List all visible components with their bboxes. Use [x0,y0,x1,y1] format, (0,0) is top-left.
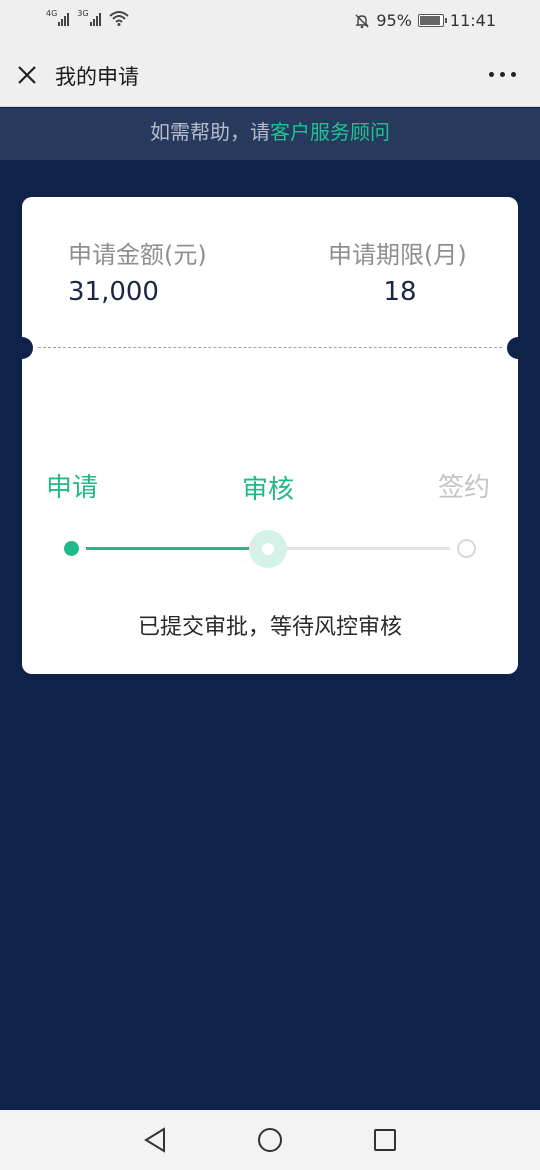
back-icon[interactable] [142,1126,168,1154]
more-options-icon[interactable] [489,72,516,77]
help-banner: 如需帮助，请客户服务顾问 [0,108,540,160]
card-notch-left [11,337,33,359]
step-label-sign: 签约 [438,473,491,503]
cellular-signal-2-icon: 3G [77,9,101,26]
progress-track-complete [86,547,266,550]
home-icon[interactable] [256,1126,284,1154]
status-message: 已提交审批，等待风控审核 [137,615,402,640]
battery-percent: 95% [376,11,412,30]
amount-label: 申请金额(元) [68,241,207,269]
mute-bell-icon [355,14,370,28]
help-banner-text: 如需帮助，请 [150,120,270,144]
cellular-signal-1-icon: 4G [46,9,70,26]
step-dot-apply [64,541,79,556]
wifi-icon [108,11,129,26]
step-dot-review [249,530,287,568]
amount-value: 31,000 [68,277,159,307]
term-value: 18 [383,277,417,307]
close-icon[interactable] [16,64,38,86]
battery-icon [417,14,447,27]
customer-service-link[interactable]: 客户服务顾问 [270,120,390,144]
card-notch-right [507,337,529,359]
application-card: 申请金额(元) 31,000 申请期限(月) 18 申请 审核 签约 已提交审批… [11,197,529,674]
card-divider [38,347,502,348]
step-dot-sign [457,539,476,558]
progress-track-remaining [284,547,450,550]
step-label-apply: 申请 [46,473,99,503]
network-type-1: 4G [46,9,58,18]
step-label-review: 审核 [242,475,295,505]
recent-apps-icon[interactable] [372,1126,398,1154]
page-title: 我的申请 [55,65,139,89]
clock: 11:41 [449,11,496,30]
term-label: 申请期限(月) [328,241,467,269]
status-bar: 4G 3G 95% 11:41 [0,0,540,42]
title-bar: 我的申请 [0,42,540,107]
network-type-2: 3G [77,9,89,18]
navigation-bar [0,1110,540,1170]
